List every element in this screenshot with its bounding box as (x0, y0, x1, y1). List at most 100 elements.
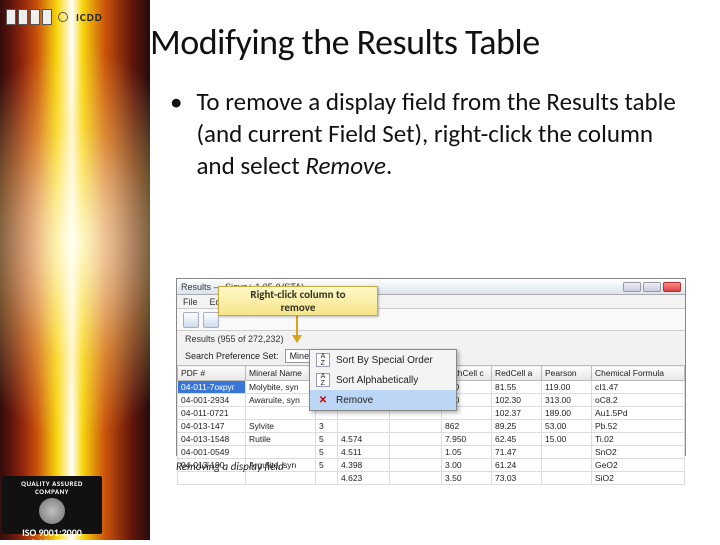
slide-content: Modifying the Results Table • To remove … (150, 20, 694, 182)
table-cell: Au1.5Pd (592, 407, 685, 420)
table-cell: 89.25 (492, 420, 542, 433)
bullet-text: To remove a display field from the Resul… (196, 86, 694, 182)
table-cell: 04-011-7округ (178, 381, 246, 394)
table-cell (316, 472, 338, 485)
table-cell: GeO2 (592, 459, 685, 472)
callout-line2: remove (281, 301, 316, 314)
bullet-item: • To remove a display field from the Res… (170, 86, 694, 182)
screenshot-caption: Removing a display field (176, 460, 284, 473)
table-cell: 862 (442, 420, 492, 433)
table-cell: 102.30 (492, 394, 542, 407)
table-cell: Awaruite, syn (246, 394, 316, 407)
table-cell: Molybite, syn (246, 381, 316, 394)
table-cell (390, 459, 442, 472)
table-cell: 04-001-2934 (178, 394, 246, 407)
table-cell (178, 472, 246, 485)
ctx-sort-alpha[interactable]: AZ Sort Alphabetically (310, 370, 456, 390)
col-pdf[interactable]: PDF # (178, 366, 246, 381)
save-icon[interactable] (183, 312, 199, 328)
table-cell (542, 459, 592, 472)
table-cell: 04-011-0721 (178, 407, 246, 420)
search-pref-label: Search Preference Set: (185, 351, 279, 361)
table-row[interactable]: 04-013-1548Rutile54.574 7.95062.4515.00Ti… (178, 433, 685, 446)
table-cell (246, 472, 316, 485)
table-cell (542, 472, 592, 485)
table-cell (390, 472, 442, 485)
table-cell: Pb.52 (592, 420, 685, 433)
table-cell: cI1.47 (592, 381, 685, 394)
col-formula[interactable]: Chemical Formula (592, 366, 685, 381)
table-cell: 313.00 (542, 394, 592, 407)
remove-icon: ✕ (316, 393, 330, 407)
icdd-logo: ICDD (6, 6, 126, 28)
badge-cert-text: Cert. No. 134561 (8, 538, 96, 545)
sort-alpha-icon: AZ (316, 373, 330, 387)
decorative-gradient-band (0, 0, 150, 540)
table-cell: SiO2 (592, 472, 685, 485)
maximize-button[interactable] (643, 282, 661, 292)
table-cell: 71.47 (492, 446, 542, 459)
table-cell: 102.37 (492, 407, 542, 420)
table-cell: 62.45 (492, 433, 542, 446)
bullet-dot: • (170, 86, 182, 182)
context-menu: AZ Sort By Special Order AZ Sort Alphabe… (309, 349, 457, 411)
table-cell (338, 420, 390, 433)
slide-title: Modifying the Results Table (150, 20, 694, 64)
badge-seal-icon (39, 498, 65, 524)
table-cell: 4.574 (338, 433, 390, 446)
table-cell (390, 446, 442, 459)
print-icon[interactable] (203, 312, 219, 328)
table-cell: Sylvite (246, 420, 316, 433)
table-cell: 81.55 (492, 381, 542, 394)
close-button[interactable] (663, 282, 681, 292)
table-cell: oC8.2 (592, 394, 685, 407)
table-cell: 04-001-0549 (178, 446, 246, 459)
table-cell: 7.950 (442, 433, 492, 446)
table-row[interactable]: 04-001-0549 54.511 1.0571.47 SnO2 (178, 446, 685, 459)
ctx-remove[interactable]: ✕ Remove (310, 390, 456, 410)
table-cell: 4.398 (338, 459, 390, 472)
table-row[interactable]: 4.623 3.5073.03 SiO2 (178, 472, 685, 485)
window-buttons (623, 282, 681, 292)
results-count: Results (955 of 272,232) (177, 331, 685, 347)
minimize-button[interactable] (623, 282, 641, 292)
table-cell: 53.00 (542, 420, 592, 433)
table-cell: 3 (316, 420, 338, 433)
table-cell: 4.511 (338, 446, 390, 459)
col-mineral[interactable]: Mineral Name (246, 366, 316, 381)
table-cell: 3.00 (442, 459, 492, 472)
logo-text: ICDD (76, 11, 103, 24)
menu-file[interactable]: File (183, 297, 198, 307)
table-cell (246, 446, 316, 459)
iso-badge: QUALITY ASSURED COMPANY ISO 9001:2000 Ce… (2, 476, 102, 534)
table-cell: 5 (316, 446, 338, 459)
table-cell: 04-013-147 (178, 420, 246, 433)
table-cell: 119.00 (542, 381, 592, 394)
table-cell: 1.05 (442, 446, 492, 459)
col-redcell-a[interactable]: RedCell a (492, 366, 542, 381)
badge-top-text: QUALITY ASSURED COMPANY (8, 480, 96, 495)
ctx-sort-special[interactable]: AZ Sort By Special Order (310, 350, 456, 370)
col-pearson[interactable]: Pearson (542, 366, 592, 381)
table-cell (390, 420, 442, 433)
table-cell (246, 407, 316, 420)
table-cell: 15.00 (542, 433, 592, 446)
table-cell: 04-013-1548 (178, 433, 246, 446)
table-cell: Rutile (246, 433, 316, 446)
table-cell: 5 (316, 459, 338, 472)
table-cell: Ti.02 (592, 433, 685, 446)
table-cell: 3.50 (442, 472, 492, 485)
callout-arrow-icon (296, 316, 298, 342)
callout-line1: Right-click column to (250, 288, 345, 301)
table-cell: 61.24 (492, 459, 542, 472)
callout-box: Right-click column to remove (218, 286, 378, 316)
sort-icon: AZ (316, 353, 330, 367)
table-cell: 5 (316, 433, 338, 446)
table-cell: 73.03 (492, 472, 542, 485)
table-cell (542, 446, 592, 459)
table-cell: 4.623 (338, 472, 390, 485)
table-row[interactable]: 04-013-147Sylvite3 86289.2553.00Pb.52 (178, 420, 685, 433)
table-cell: 189.00 (542, 407, 592, 420)
table-cell: SnO2 (592, 446, 685, 459)
table-cell (390, 433, 442, 446)
